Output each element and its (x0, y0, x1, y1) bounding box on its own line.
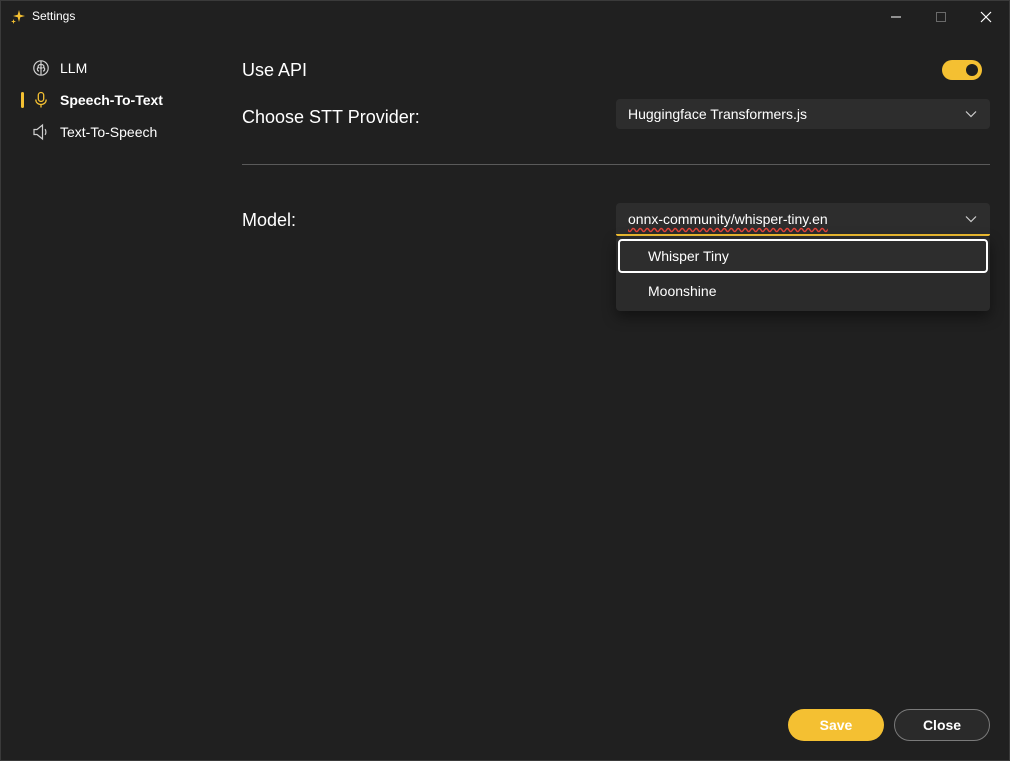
active-indicator (21, 92, 24, 108)
window-title: Settings (32, 9, 76, 23)
close-button[interactable]: Close (894, 709, 990, 741)
use-api-toggle[interactable] (942, 60, 982, 80)
close-icon (980, 11, 992, 23)
chevron-down-icon[interactable] (965, 214, 977, 224)
save-button[interactable]: Save (788, 709, 884, 741)
stt-provider-dropdown[interactable]: Huggingface Transformers.js (616, 99, 990, 129)
sparkle-icon (11, 10, 25, 24)
model-option-moonshine[interactable]: Moonshine (618, 274, 988, 308)
title-bar: Settings (1, 1, 1009, 33)
stt-provider-value: Huggingface Transformers.js (628, 106, 807, 122)
sidebar-item-speech-to-text[interactable]: Speech-To-Text (19, 83, 199, 115)
stt-provider-label: Choose STT Provider: (242, 107, 420, 127)
speaker-icon (33, 123, 47, 141)
sidebar-item-label: Speech-To-Text (60, 92, 163, 108)
chevron-down-icon (965, 111, 977, 118)
model-combobox[interactable]: onnx-community/whisper-tiny.en (616, 203, 990, 236)
model-input[interactable]: onnx-community/whisper-tiny.en (628, 211, 828, 227)
sidebar-item-text-to-speech[interactable]: Text-To-Speech (19, 115, 199, 147)
model-label: Model: (242, 210, 297, 230)
sidebar-item-llm[interactable]: LLM (19, 51, 199, 83)
sidebar-item-label: Text-To-Speech (60, 124, 158, 140)
sidebar-item-label: LLM (60, 60, 88, 76)
maximize-button[interactable] (918, 1, 964, 33)
maximize-icon (936, 12, 946, 22)
option-label: Whisper Tiny (648, 248, 729, 264)
section-divider (242, 164, 990, 165)
brain-icon (33, 60, 49, 76)
toggle-knob (966, 64, 978, 76)
option-label: Moonshine (648, 283, 717, 299)
settings-window: Settings LLM Speech-To-Text Text-To-Spee… (0, 0, 1010, 761)
use-api-label: Use API (242, 60, 308, 80)
minimize-button[interactable] (873, 1, 919, 33)
microphone-icon (35, 91, 47, 108)
model-option-whisper-tiny[interactable]: Whisper Tiny (618, 239, 988, 273)
model-dropdown-list: Whisper Tiny Moonshine (616, 236, 990, 311)
close-window-button[interactable] (963, 1, 1009, 33)
minimize-icon (891, 16, 901, 18)
